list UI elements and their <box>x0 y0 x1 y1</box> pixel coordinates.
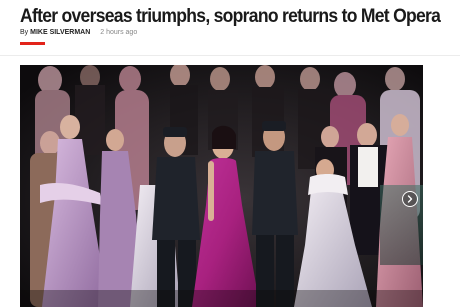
article-headline: After overseas triumphs, soprano returns… <box>20 5 441 27</box>
byline-prefix: By <box>20 29 29 36</box>
article-photo <box>20 65 423 307</box>
timestamp: 2 hours ago <box>100 29 138 36</box>
next-photo-button[interactable] <box>402 191 418 207</box>
accent-bar <box>20 42 45 45</box>
byline: By MIKE SILVERMAN 2 hours ago <box>20 28 137 37</box>
author-link[interactable]: MIKE SILVERMAN <box>30 29 90 36</box>
chevron-right-icon <box>407 195 413 203</box>
divider <box>0 55 460 56</box>
